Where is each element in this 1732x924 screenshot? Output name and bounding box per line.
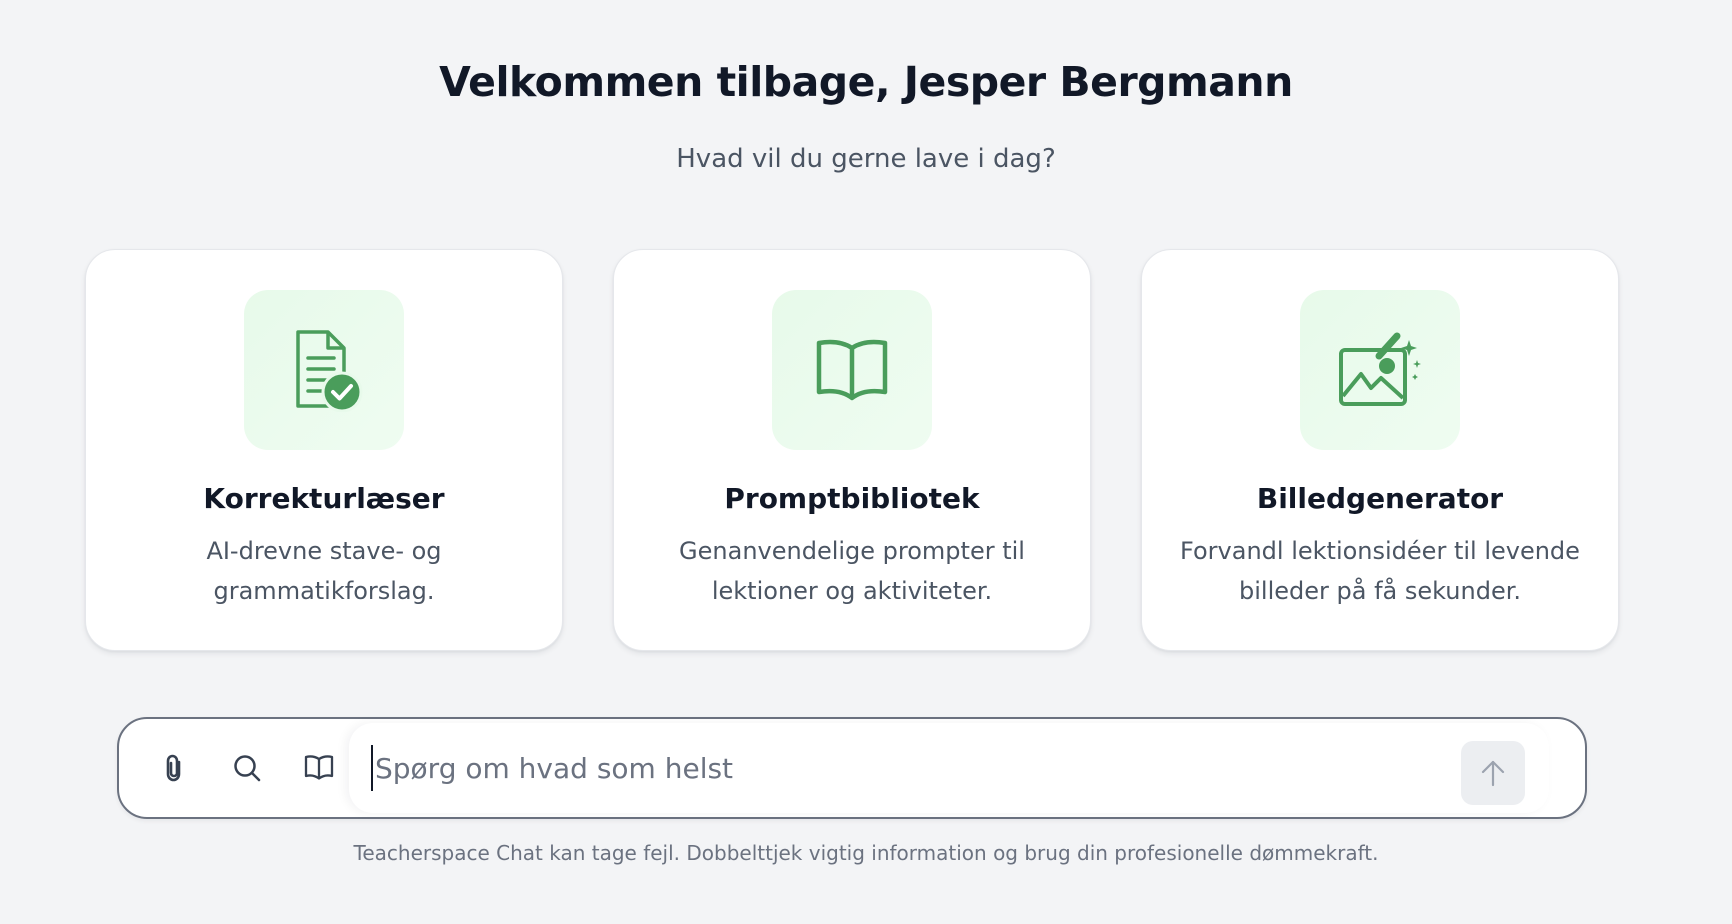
card-description: Genanvendelige prompter til lektioner og… [679,537,1025,605]
input-area [349,723,1549,813]
attach-button[interactable] [155,748,195,788]
card-title: Billedgenerator [1256,482,1504,515]
card-proofreader[interactable]: Korrekturlæser AI-drevne stave- og gramm… [85,249,563,651]
page-subtitle: Hvad vil du gerne lave i dag? [676,144,1056,174]
image-sparkle-icon [1300,290,1460,450]
card-description: Forvandl lektionsidéer til levende bille… [1180,537,1580,605]
card-prompt-library[interactable]: Promptbibliotek Genanvendelige prompter … [613,249,1091,651]
open-book-icon [772,290,932,450]
search-icon [234,755,261,782]
paperclip-icon [166,754,181,782]
page-title: Velkommen tilbage, Jesper Bergmann [439,58,1293,106]
card-title: Korrekturlæser [203,482,445,515]
card-description: AI-drevne stave- og grammatikforslag. [206,537,442,605]
card-image-generator[interactable]: Billedgenerator Forvandl lektionsidéer t… [1141,249,1619,651]
document-check-icon [244,290,404,450]
send-button[interactable] [1461,741,1525,805]
card-title: Promptbibliotek [724,482,980,515]
arrow-up-icon [1481,760,1505,787]
book-icon [304,755,334,780]
feature-cards: Korrekturlæser AI-drevne stave- og gramm… [85,249,1620,651]
disclaimer: Teacherspace Chat kan tage fejl. Dobbelt… [353,841,1379,865]
chat-composer [117,717,1587,819]
search-button[interactable] [227,748,267,788]
chat-input[interactable] [371,745,1375,791]
library-button[interactable] [299,748,339,788]
